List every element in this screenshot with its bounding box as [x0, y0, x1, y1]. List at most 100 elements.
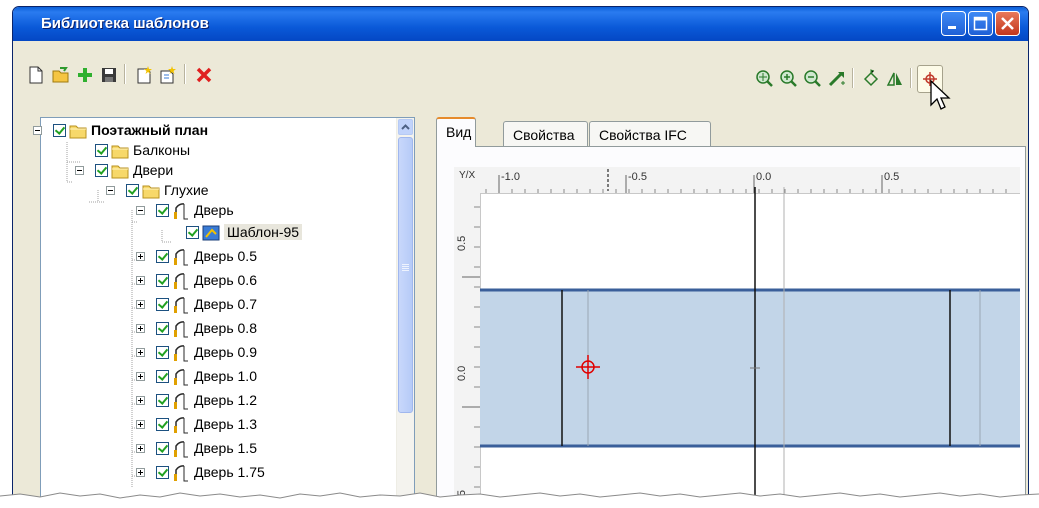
- collapse-icon[interactable]: [33, 126, 42, 135]
- template-library-window: Библиотека шаблонов Вид Свойства Свойств…: [12, 6, 1029, 502]
- minimize-button[interactable]: [941, 11, 966, 36]
- torn-edge: [0, 492, 1039, 508]
- tree-node-label: Дверь 1.75: [194, 464, 265, 480]
- open-folder-icon[interactable]: [51, 65, 71, 85]
- drawing: [462, 169, 1020, 501]
- tree-checkbox[interactable]: [156, 418, 169, 431]
- tree-node[interactable]: Дверь 0.6: [136, 271, 436, 291]
- copy-template-icon[interactable]: [158, 65, 178, 85]
- window-title: Библиотека шаблонов: [41, 15, 209, 32]
- door-icon: [174, 297, 188, 314]
- expand-icon[interactable]: [136, 444, 145, 453]
- tree-node[interactable]: Балконы: [75, 141, 375, 161]
- tree-node[interactable]: Дверь 1.0: [136, 367, 436, 387]
- tab-ifc-properties[interactable]: Свойства IFC: [589, 121, 711, 146]
- tree-node[interactable]: Дверь 1.3: [136, 415, 436, 435]
- new-template-icon[interactable]: [134, 65, 154, 85]
- tree-node[interactable]: Дверь 0.5: [136, 247, 436, 267]
- toolbar-separator: [184, 64, 186, 84]
- tree-node-label: Дверь: [194, 202, 234, 218]
- expand-icon[interactable]: [136, 276, 145, 285]
- collapse-icon[interactable]: [75, 166, 84, 175]
- expand-icon[interactable]: [136, 324, 145, 333]
- tree-node[interactable]: Поэтажный план: [33, 121, 333, 141]
- rotate-icon[interactable]: [861, 69, 881, 89]
- add-icon[interactable]: [75, 65, 95, 85]
- zoom-out-icon[interactable]: [803, 69, 823, 89]
- expand-icon[interactable]: [136, 420, 145, 429]
- tree-node-label: Балконы: [133, 142, 191, 158]
- tree-node[interactable]: Дверь 0.9: [136, 343, 436, 363]
- tree-checkbox[interactable]: [95, 144, 108, 157]
- chevron-up-icon: [401, 124, 410, 130]
- tab-view[interactable]: Вид: [436, 117, 476, 147]
- tree-node[interactable]: Дверь 1.2: [136, 391, 436, 411]
- preview-canvas[interactable]: Y/X -1.0 -0.5 0.0 0.5 0.5 0.0 -0.5: [454, 167, 1020, 501]
- tree-checkbox[interactable]: [186, 226, 199, 239]
- tree-node[interactable]: Глухие: [106, 181, 406, 201]
- tree-node-label: Поэтажный план: [91, 122, 209, 138]
- pan-icon[interactable]: [827, 69, 847, 89]
- tree-node-label: Дверь 0.8: [194, 320, 257, 336]
- tree-node[interactable]: Дверь 0.8: [136, 319, 436, 339]
- toolbar-separator: [910, 68, 912, 88]
- tab-properties[interactable]: Свойства: [503, 121, 588, 146]
- tree-checkbox[interactable]: [156, 346, 169, 359]
- new-file-icon[interactable]: [26, 65, 46, 85]
- maximize-button[interactable]: [968, 11, 993, 36]
- mirror-icon[interactable]: [885, 69, 905, 89]
- folder-icon: [111, 165, 129, 179]
- tree-checkbox[interactable]: [156, 466, 169, 479]
- tree-node-label: Дверь 1.3: [194, 416, 257, 432]
- tree-checkbox[interactable]: [156, 322, 169, 335]
- preview-pane: Вид Свойства Свойства IFC Y/X -1.0 -0.5 …: [436, 115, 1026, 501]
- expand-icon[interactable]: [136, 300, 145, 309]
- title-bar[interactable]: Библиотека шаблонов: [13, 7, 1028, 41]
- scroll-up-button[interactable]: [398, 119, 413, 135]
- save-icon[interactable]: [99, 65, 119, 85]
- door-icon: [174, 369, 188, 386]
- door-icon: [174, 393, 188, 410]
- tree-checkbox[interactable]: [156, 204, 169, 217]
- tree-node[interactable]: Дверь 1.75: [136, 463, 436, 483]
- door-icon: [174, 321, 188, 338]
- tree-checkbox[interactable]: [156, 442, 169, 455]
- tree-node[interactable]: Шаблон-95: [166, 223, 466, 243]
- tree-checkbox[interactable]: [156, 298, 169, 311]
- maximize-icon: [973, 16, 988, 31]
- tree-node[interactable]: Дверь: [136, 201, 436, 221]
- door-icon: [174, 249, 188, 266]
- collapse-icon[interactable]: [106, 186, 115, 195]
- close-button[interactable]: [995, 11, 1020, 36]
- tree-checkbox[interactable]: [156, 250, 169, 263]
- expand-icon[interactable]: [136, 348, 145, 357]
- toolbar-separator: [852, 68, 854, 88]
- tree-node[interactable]: Дверь 0.7: [136, 295, 436, 315]
- tree-node-label: Дверь 0.5: [194, 248, 257, 264]
- tree-checkbox[interactable]: [95, 164, 108, 177]
- door-icon: [174, 273, 188, 290]
- mouse-cursor-icon: [930, 79, 951, 110]
- tree-node[interactable]: Дверь 1.5: [136, 439, 436, 459]
- door-icon: [174, 417, 188, 434]
- tree-node[interactable]: Двери: [75, 161, 375, 181]
- folder-icon: [69, 125, 87, 139]
- door-icon: [174, 203, 188, 220]
- expand-icon[interactable]: [136, 372, 145, 381]
- zoom-extents-icon[interactable]: [755, 69, 775, 89]
- delete-icon[interactable]: [194, 65, 214, 85]
- tree-node-label: Шаблон-95: [224, 224, 303, 240]
- expand-icon[interactable]: [136, 252, 145, 261]
- tree-node-label: Глухие: [164, 182, 209, 198]
- expand-icon[interactable]: [136, 396, 145, 405]
- tree-checkbox[interactable]: [156, 370, 169, 383]
- tree-checkbox[interactable]: [156, 394, 169, 407]
- zoom-in-icon[interactable]: [779, 69, 799, 89]
- collapse-icon[interactable]: [136, 206, 145, 215]
- expand-icon[interactable]: [136, 468, 145, 477]
- tree-checkbox[interactable]: [53, 124, 66, 137]
- tree-checkbox[interactable]: [156, 274, 169, 287]
- minimize-icon: [948, 26, 956, 29]
- tree-checkbox[interactable]: [126, 184, 139, 197]
- tree-node-label: Дверь 1.0: [194, 368, 257, 384]
